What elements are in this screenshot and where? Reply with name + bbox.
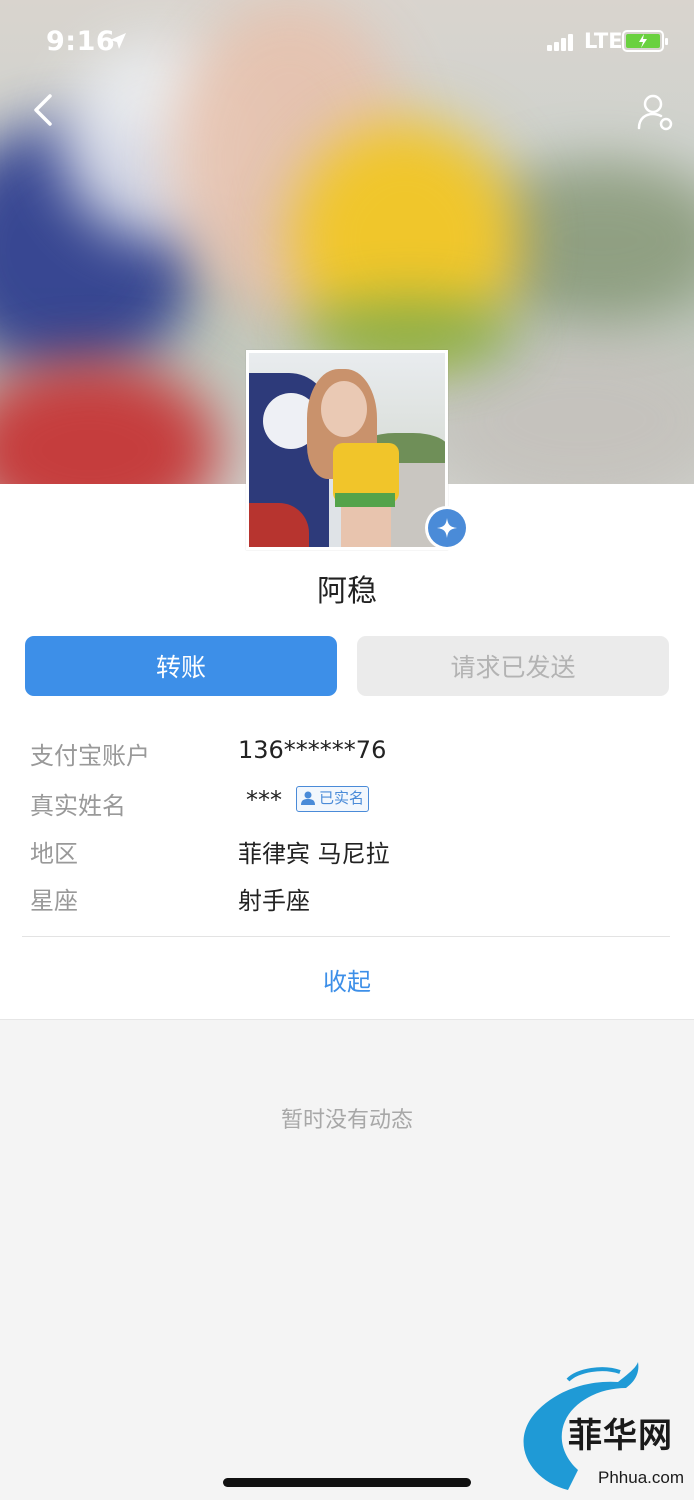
- transfer-button[interactable]: 转账: [25, 636, 337, 696]
- avatar[interactable]: [246, 350, 448, 550]
- profile-name: 阿稳: [317, 574, 377, 609]
- network-type: LTE: [584, 29, 623, 53]
- info-label: 星座: [30, 887, 78, 915]
- info-value: 菲律宾 马尼拉: [238, 840, 390, 868]
- info-value: 射手座: [238, 887, 310, 915]
- watermark-title: 菲华网: [568, 1416, 673, 1456]
- home-indicator[interactable]: [223, 1478, 471, 1487]
- info-label: 支付宝账户: [30, 742, 150, 770]
- watermark-logo: 菲华网 Phhua.com: [508, 1360, 694, 1500]
- battery-charging-icon: [622, 30, 668, 52]
- status-bar: 9:16 LTE: [0, 0, 694, 86]
- info-row-region: 地区 菲律宾 马尼拉: [0, 834, 694, 874]
- info-label: 真实姓名: [30, 792, 126, 820]
- info-row-real-name: 真实姓名 *** 已实名: [0, 786, 694, 826]
- location-arrow-icon: [110, 33, 126, 49]
- info-value: 136******76: [238, 736, 387, 764]
- chevron-left-icon[interactable]: [28, 88, 62, 132]
- status-time: 9:16: [46, 26, 116, 57]
- info-label: 地区: [30, 840, 78, 868]
- user-settings-icon[interactable]: [636, 92, 676, 132]
- watermark-url: Phhua.com: [598, 1468, 684, 1487]
- signal-icon: [547, 33, 581, 51]
- divider: [22, 936, 670, 937]
- diamond-star-icon: [425, 506, 469, 550]
- empty-feed-text: 暂时没有动态: [280, 1108, 413, 1133]
- info-row-account: 支付宝账户 136******76: [0, 736, 694, 776]
- verified-badge: 已实名: [296, 786, 370, 812]
- verified-person-icon: [301, 791, 315, 805]
- info-value: ***: [246, 786, 282, 814]
- request-sent-button[interactable]: 请求已发送: [357, 636, 669, 696]
- info-row-zodiac: 星座 射手座: [0, 881, 694, 921]
- collapse-link[interactable]: 收起: [0, 962, 694, 997]
